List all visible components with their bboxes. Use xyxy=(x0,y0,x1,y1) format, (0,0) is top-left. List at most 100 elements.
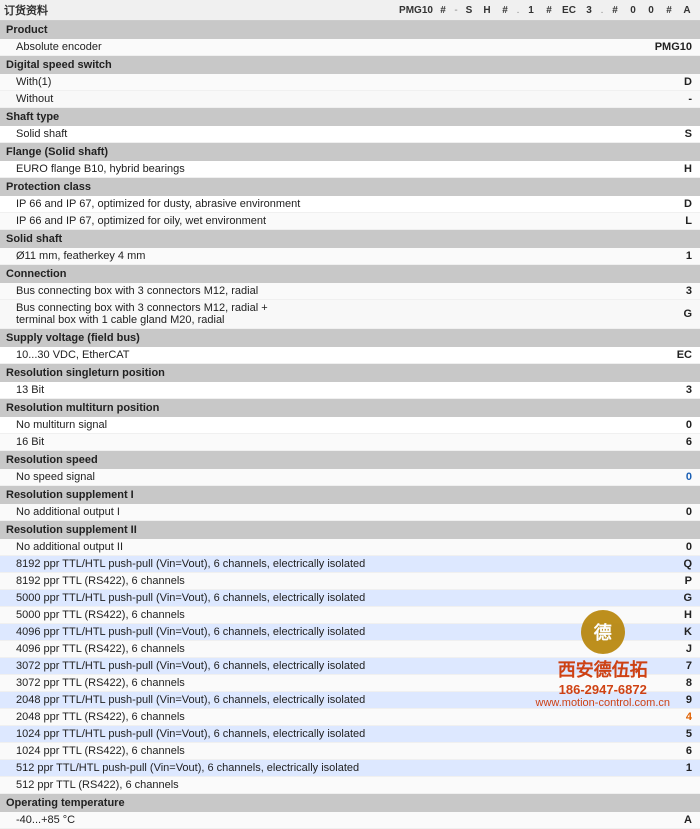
table-row: Absolute encoderPMG10 xyxy=(0,39,700,56)
row-label: 512 ppr TTL/HTL push-pull (Vin=Vout), 6 … xyxy=(0,760,615,777)
table-row: 5000 ppr TTL (RS422), 6 channelsH xyxy=(0,607,700,624)
table-row: 4096 ppr TTL/HTL push-pull (Vin=Vout), 6… xyxy=(0,624,700,641)
row-label: Solid shaft xyxy=(0,126,615,143)
row-value: EC xyxy=(615,347,700,364)
section-header-solid_shaft: Solid shaft xyxy=(0,230,700,249)
table-row: 512 ppr TTL/HTL push-pull (Vin=Vout), 6 … xyxy=(0,760,700,777)
table-row: IP 66 and IP 67, optimized for oily, wet… xyxy=(0,213,700,230)
row-label: 2048 ppr TTL (RS422), 6 channels xyxy=(0,709,615,726)
table-row: No additional output II0 xyxy=(0,539,700,556)
section-header-resolution_speed: Resolution speed xyxy=(0,451,700,470)
code-0b: 0 xyxy=(642,5,660,16)
code-hash5: # xyxy=(660,5,678,16)
row-label: No speed signal xyxy=(0,469,615,486)
row-label: 1024 ppr TTL (RS422), 6 channels xyxy=(0,743,615,760)
row-label: EURO flange B10, hybrid bearings xyxy=(0,161,615,178)
row-value: D xyxy=(615,74,700,91)
row-label: Absolute encoder xyxy=(0,39,615,56)
section-header-flange: Flange (Solid shaft) xyxy=(0,143,700,162)
row-value: H xyxy=(615,607,700,624)
table-row: 16 Bit6 xyxy=(0,434,700,451)
table-row: -40...+85 °CA xyxy=(0,812,700,829)
code-0a: 0 xyxy=(624,5,642,16)
table-row: Bus connecting box with 3 connectors M12… xyxy=(0,300,700,329)
code-hash3: # xyxy=(540,5,558,16)
section-header-connection: Connection xyxy=(0,265,700,284)
code-hash4: # xyxy=(606,5,624,16)
row-label: 10...30 VDC, EtherCAT xyxy=(0,347,615,364)
row-value: 6 xyxy=(615,434,700,451)
row-label: 4096 ppr TTL (RS422), 6 channels xyxy=(0,641,615,658)
table-row: Ø11 mm, featherkey 4 mm1 xyxy=(0,248,700,265)
row-value: S xyxy=(615,126,700,143)
code-hash1: # xyxy=(434,5,452,16)
table-row: 1024 ppr TTL (RS422), 6 channels6 xyxy=(0,743,700,760)
row-value: H xyxy=(615,161,700,178)
row-value: 4 xyxy=(615,709,700,726)
row-label: 1024 ppr TTL/HTL push-pull (Vin=Vout), 6… xyxy=(0,726,615,743)
header-bar: 订货资料 PMG10 # - S H # . 1 # EC 3 . # 0 0 … xyxy=(0,0,700,21)
section-header-resolution_singleturn: Resolution singleturn position xyxy=(0,364,700,383)
row-value: Q xyxy=(615,556,700,573)
row-value: 3 xyxy=(615,283,700,300)
code-pmg10: PMG10 xyxy=(398,5,434,16)
row-label: IP 66 and IP 67, optimized for oily, wet… xyxy=(0,213,615,230)
row-label: IP 66 and IP 67, optimized for dusty, ab… xyxy=(0,196,615,213)
table-row: 2048 ppr TTL/HTL push-pull (Vin=Vout), 6… xyxy=(0,692,700,709)
row-value: 1 xyxy=(615,248,700,265)
section-header-supply_voltage: Supply voltage (field bus) xyxy=(0,329,700,348)
row-value: PMG10 xyxy=(615,39,700,56)
table-row: 2048 ppr TTL (RS422), 6 channels4 xyxy=(0,709,700,726)
table-row: With(1)D xyxy=(0,74,700,91)
row-value: 9 xyxy=(615,692,700,709)
row-value: G xyxy=(615,590,700,607)
row-label: 13 Bit xyxy=(0,382,615,399)
row-value: 8 xyxy=(615,675,700,692)
section-header-shaft_type: Shaft type xyxy=(0,108,700,127)
row-label: 512 ppr TTL (RS422), 6 channels xyxy=(0,777,615,794)
section-header-product: Product xyxy=(0,21,700,39)
table-row: 512 ppr TTL (RS422), 6 channels xyxy=(0,777,700,794)
table-row: Bus connecting box with 3 connectors M12… xyxy=(0,283,700,300)
row-value: 0 xyxy=(615,539,700,556)
code-hash2: # xyxy=(496,5,514,16)
row-label: 5000 ppr TTL/HTL push-pull (Vin=Vout), 6… xyxy=(0,590,615,607)
section-header-protection_class: Protection class xyxy=(0,178,700,197)
table-row: 1024 ppr TTL/HTL push-pull (Vin=Vout), 6… xyxy=(0,726,700,743)
row-value: 6 xyxy=(615,743,700,760)
row-label: No additional output I xyxy=(0,504,615,521)
row-value xyxy=(615,777,700,794)
code-1: 1 xyxy=(522,5,540,16)
row-value: K xyxy=(615,624,700,641)
table-row: 3072 ppr TTL/HTL push-pull (Vin=Vout), 6… xyxy=(0,658,700,675)
table-row: No speed signal0 xyxy=(0,469,700,486)
row-label: No additional output II xyxy=(0,539,615,556)
section-header-digital_speed_switch: Digital speed switch xyxy=(0,56,700,75)
table-row: 3072 ppr TTL (RS422), 6 channels8 xyxy=(0,675,700,692)
code-H: H xyxy=(478,5,496,16)
row-value: G xyxy=(615,300,700,329)
table-row: No additional output I0 xyxy=(0,504,700,521)
row-value: 0 xyxy=(615,417,700,434)
row-value: 0 xyxy=(615,504,700,521)
row-value: A xyxy=(615,812,700,829)
page: 订货资料 PMG10 # - S H # . 1 # EC 3 . # 0 0 … xyxy=(0,0,700,829)
code-S: S xyxy=(460,5,478,16)
row-value: J xyxy=(615,641,700,658)
section-header-resolution_supplement_II: Resolution supplement II xyxy=(0,521,700,540)
row-value: 7 xyxy=(615,658,700,675)
row-label: 16 Bit xyxy=(0,434,615,451)
section-header-operating_temperature: Operating temperature xyxy=(0,794,700,813)
code-3: 3 xyxy=(580,5,598,16)
section-header-resolution_multiturn: Resolution multiturn position xyxy=(0,399,700,418)
table-row: Without- xyxy=(0,91,700,108)
table-row: No multiturn signal0 xyxy=(0,417,700,434)
table-row: 8192 ppr TTL/HTL push-pull (Vin=Vout), 6… xyxy=(0,556,700,573)
row-label: 2048 ppr TTL/HTL push-pull (Vin=Vout), 6… xyxy=(0,692,615,709)
row-label: With(1) xyxy=(0,74,615,91)
code-header: PMG10 # - S H # . 1 # EC 3 . # 0 0 # A xyxy=(377,5,696,16)
header-title: 订货资料 xyxy=(4,2,58,18)
row-value: P xyxy=(615,573,700,590)
table-row: 13 Bit3 xyxy=(0,382,700,399)
table-row: Solid shaftS xyxy=(0,126,700,143)
